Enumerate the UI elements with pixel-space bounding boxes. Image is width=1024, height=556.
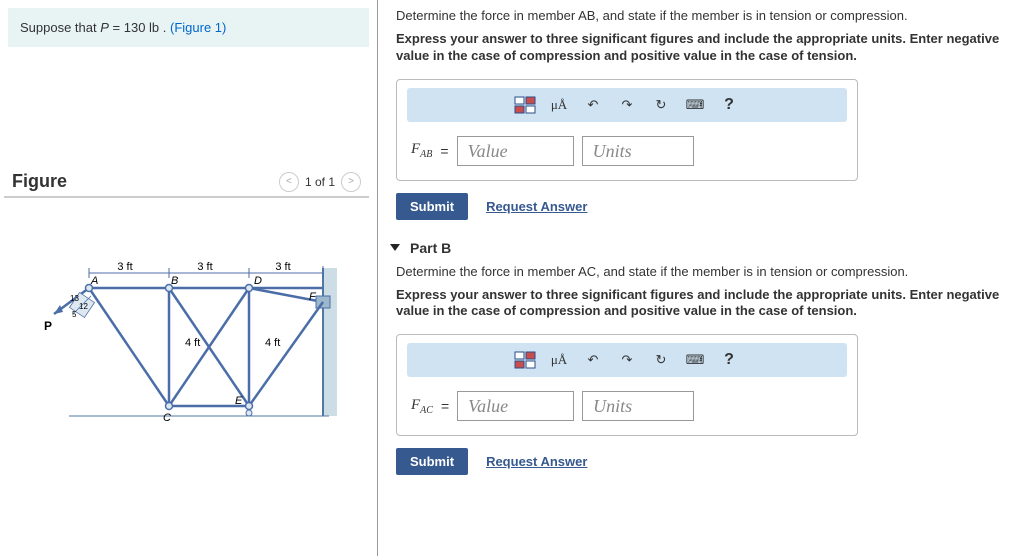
undo-button[interactable]: ↶	[580, 94, 606, 116]
redo-button[interactable]: ↷	[614, 94, 640, 116]
part-b-input-panel: μÅ ↶ ↷ ↻ ⌨ ? FAC = Value Units	[396, 334, 858, 436]
part-b-disclosure-icon[interactable]	[390, 244, 400, 251]
keyboard-button[interactable]: ⌨	[682, 349, 708, 371]
part-b-value-input[interactable]: Value	[457, 391, 574, 421]
part-a-variable: FAB	[411, 141, 432, 160]
reset-button[interactable]: ↻	[648, 94, 674, 116]
figure-next-button[interactable]: >	[341, 172, 361, 192]
reset-button[interactable]: ↻	[648, 349, 674, 371]
templates-button[interactable]	[512, 349, 538, 371]
part-b-question: Determine the force in member AC, and st…	[396, 264, 1006, 281]
equals-sign: =	[441, 398, 449, 414]
part-a-question: Determine the force in member AB, and st…	[396, 8, 1006, 25]
part-a-units-input[interactable]: Units	[582, 136, 694, 166]
svg-text:3 ft: 3 ft	[197, 261, 212, 273]
svg-text:C: C	[163, 412, 171, 424]
part-b-request-answer-link[interactable]: Request Answer	[486, 454, 587, 469]
svg-text:12: 12	[79, 302, 88, 311]
svg-text:3 ft: 3 ft	[117, 261, 132, 273]
svg-text:4 ft: 4 ft	[265, 337, 280, 349]
problem-variable: P	[100, 20, 109, 35]
figure-title: Figure	[12, 171, 279, 192]
svg-text:P: P	[44, 319, 52, 333]
svg-text:B: B	[171, 275, 178, 287]
problem-statement: Suppose that P = 130 lb . (Figure 1)	[8, 8, 369, 47]
truss-figure: 3 ft 3 ft 3 ft 4 ft 4 ft A B D F C E P 1…	[0, 238, 377, 431]
part-b-variable: FAC	[411, 397, 433, 416]
svg-text:A: A	[90, 275, 98, 287]
part-a-value-input[interactable]: Value	[457, 136, 574, 166]
units-symbol-button[interactable]: μÅ	[546, 94, 572, 116]
help-button[interactable]: ?	[716, 349, 742, 371]
part-a-request-answer-link[interactable]: Request Answer	[486, 199, 587, 214]
keyboard-button[interactable]: ⌨	[682, 94, 708, 116]
problem-value: = 130 lb .	[113, 20, 170, 35]
svg-text:5: 5	[72, 310, 77, 319]
figure-link[interactable]: (Figure 1)	[170, 20, 226, 35]
undo-button[interactable]: ↶	[580, 349, 606, 371]
help-button[interactable]: ?	[716, 94, 742, 116]
figure-counter: 1 of 1	[305, 175, 335, 189]
part-a-instruction: Express your answer to three significant…	[396, 31, 1006, 65]
part-a-input-panel: μÅ ↶ ↷ ↻ ⌨ ? FAB = Value Units	[396, 79, 858, 181]
svg-text:3 ft: 3 ft	[275, 261, 290, 273]
part-a-submit-button[interactable]: Submit	[396, 193, 468, 220]
part-b-submit-button[interactable]: Submit	[396, 448, 468, 475]
part-b-instruction: Express your answer to three significant…	[396, 287, 1006, 321]
redo-button[interactable]: ↷	[614, 349, 640, 371]
part-b-header: Part B	[410, 240, 451, 256]
svg-text:E: E	[235, 395, 243, 407]
svg-text:4 ft: 4 ft	[185, 337, 200, 349]
svg-text:D: D	[254, 275, 262, 287]
figure-prev-button[interactable]: <	[279, 172, 299, 192]
units-symbol-button[interactable]: μÅ	[546, 349, 572, 371]
templates-button[interactable]	[512, 94, 538, 116]
part-b-units-input[interactable]: Units	[582, 391, 694, 421]
problem-prefix: Suppose that	[20, 20, 100, 35]
equals-sign: =	[440, 143, 448, 159]
